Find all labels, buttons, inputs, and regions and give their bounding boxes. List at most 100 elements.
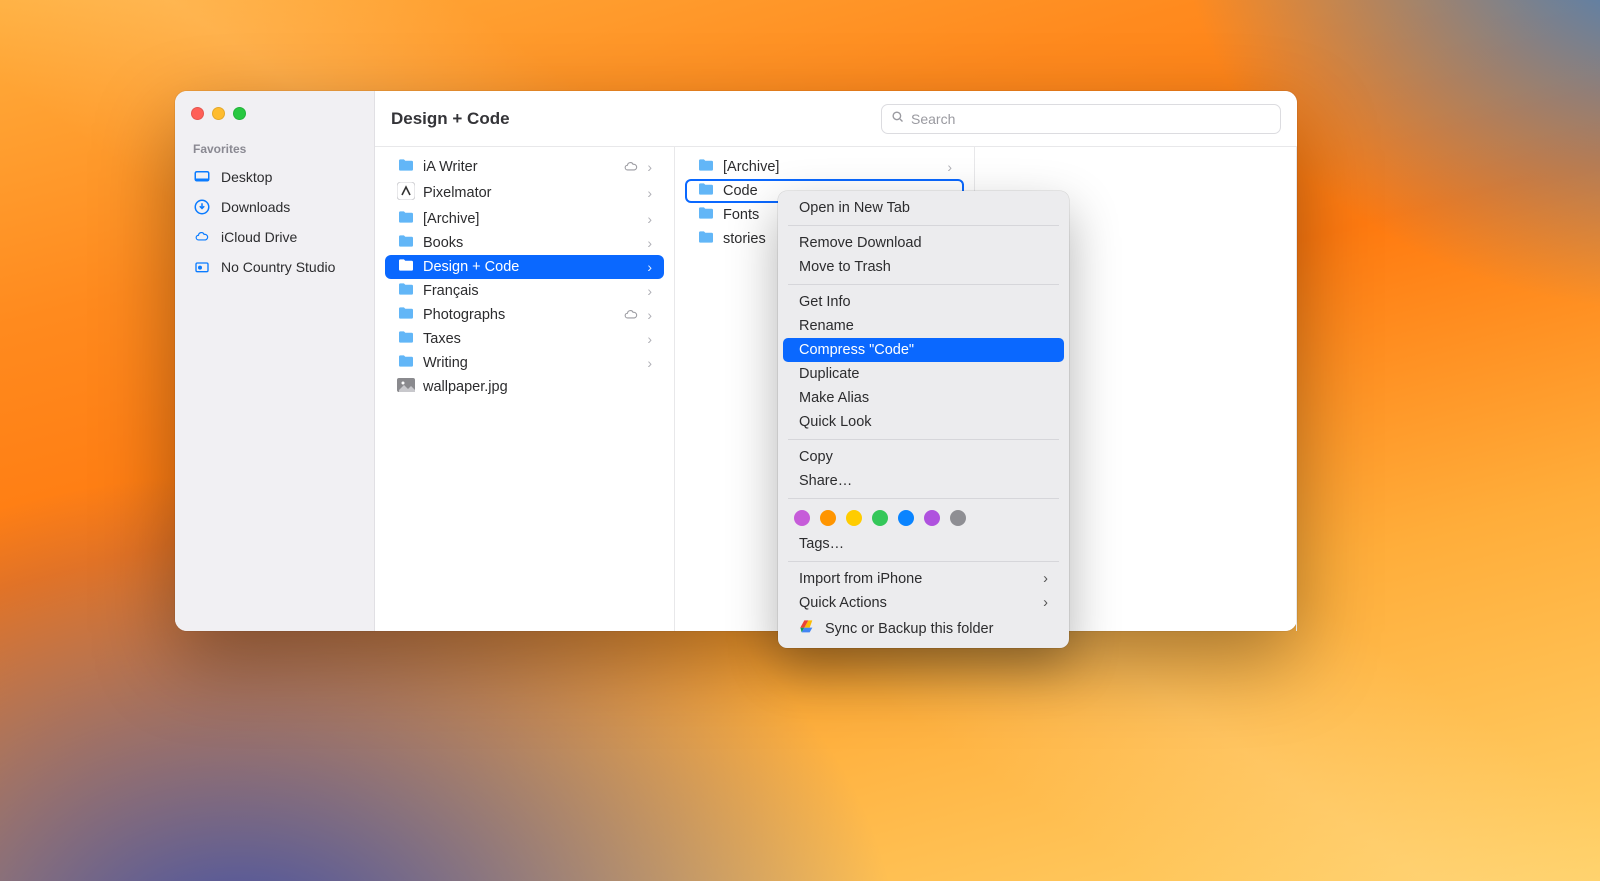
sidebar-item-label: No Country Studio [221, 259, 335, 275]
folder-icon [397, 258, 415, 276]
context-menu-tag-colors [778, 504, 1069, 532]
sidebar-item-label: iCloud Drive [221, 229, 297, 245]
chevron-right-icon: › [647, 307, 652, 323]
file-row[interactable]: Writing › [385, 351, 664, 375]
toolbar: Design + Code [375, 91, 1297, 147]
tag-color-dot[interactable] [924, 510, 940, 526]
context-menu-separator [788, 225, 1059, 226]
file-row[interactable]: [Archive]› [685, 155, 964, 179]
finder-window: Favorites Desktop Downloads iCloud Drive… [175, 91, 1297, 631]
context-menu-item[interactable]: Compress "Code" [783, 338, 1064, 362]
sidebar-item-downloads[interactable]: Downloads [175, 192, 374, 222]
sidebar-item-label: Desktop [221, 169, 272, 185]
chevron-right-icon: › [1043, 595, 1048, 611]
context-menu-separator [788, 439, 1059, 440]
context-menu-item-tags[interactable]: Tags… [783, 532, 1064, 556]
close-window-button[interactable] [191, 107, 204, 120]
context-menu-item-label: Copy [799, 449, 833, 465]
sidebar: Favorites Desktop Downloads iCloud Drive… [175, 91, 375, 631]
minimize-window-button[interactable] [212, 107, 225, 120]
search-field[interactable] [881, 104, 1281, 134]
context-menu-item[interactable]: Quick Actions › [783, 591, 1064, 615]
chevron-right-icon: › [647, 331, 652, 347]
chevron-right-icon: › [947, 159, 952, 175]
file-row[interactable]: Books› [385, 231, 664, 255]
sidebar-section-favorites-label: Favorites [175, 138, 374, 162]
context-menu-separator [788, 498, 1059, 499]
file-row[interactable]: Pixelmator› [385, 179, 664, 207]
chevron-right-icon: › [647, 159, 652, 175]
folder-icon [697, 206, 715, 224]
context-menu-item[interactable]: Rename [783, 314, 1064, 338]
window-title: Design + Code [391, 109, 510, 129]
context-menu-item-label: Get Info [799, 294, 851, 310]
folder-icon [397, 234, 415, 252]
context-menu-item-label: Quick Look [799, 414, 872, 430]
context-menu-item[interactable]: Move to Trash [783, 255, 1064, 279]
chevron-right-icon: › [1043, 571, 1048, 587]
context-menu-item[interactable]: Remove Download [783, 231, 1064, 255]
context-menu-item-label: Tags… [799, 536, 844, 552]
context-menu-separator [788, 284, 1059, 285]
column-1: iA Writer›Pixelmator›[Archive]›Books›Des… [375, 147, 675, 631]
context-menu-item[interactable]: Import from iPhone › [783, 567, 1064, 591]
sidebar-item-icloud[interactable]: iCloud Drive [175, 222, 374, 252]
file-row[interactable]: wallpaper.jpg [385, 375, 664, 399]
context-menu-item[interactable]: Copy [783, 445, 1064, 469]
context-menu-item-label: Quick Actions [799, 595, 887, 611]
tag-color-dot[interactable] [846, 510, 862, 526]
folder-icon [397, 158, 415, 176]
context-menu-separator [788, 561, 1059, 562]
folder-icon [397, 330, 415, 348]
chevron-right-icon: › [647, 355, 652, 371]
file-row[interactable]: Français› [385, 279, 664, 303]
file-name: Design + Code [423, 259, 639, 275]
search-input[interactable] [911, 111, 1272, 127]
tag-color-dot[interactable] [950, 510, 966, 526]
chevron-right-icon: › [647, 259, 652, 275]
tag-color-dot[interactable] [872, 510, 888, 526]
sidebar-item-nocountrystudio[interactable]: No Country Studio [175, 252, 374, 282]
file-row[interactable]: Photographs › [385, 303, 664, 327]
file-row[interactable]: iA Writer› [385, 155, 664, 179]
context-menu[interactable]: Open in New Tab Remove Download Move to Tr… [778, 191, 1069, 648]
app-icon [397, 182, 415, 204]
context-menu-item[interactable]: Duplicate [783, 362, 1064, 386]
context-menu-item-label: Import from iPhone [799, 571, 922, 587]
context-menu-item[interactable]: Get Info [783, 290, 1064, 314]
file-name: Taxes [423, 331, 639, 347]
context-menu-item[interactable]: Open in New Tab [783, 196, 1064, 220]
chevron-right-icon: › [647, 211, 652, 227]
zoom-window-button[interactable] [233, 107, 246, 120]
context-menu-item-label: Move to Trash [799, 259, 891, 275]
tag-color-dot[interactable] [794, 510, 810, 526]
file-name: Photographs [423, 307, 615, 323]
file-row[interactable]: Taxes › [385, 327, 664, 351]
file-name: Writing [423, 355, 639, 371]
folder-icon [697, 230, 715, 248]
traffic-lights [175, 107, 374, 138]
file-row[interactable]: [Archive] › [385, 207, 664, 231]
chevron-right-icon: › [647, 185, 652, 201]
gdrive-icon [799, 619, 815, 639]
image-file-icon [397, 378, 415, 396]
context-menu-item[interactable]: Quick Look [783, 410, 1064, 434]
chevron-right-icon: › [647, 283, 652, 299]
tag-color-dot[interactable] [898, 510, 914, 526]
file-name: [Archive] [423, 211, 639, 227]
tag-color-dot[interactable] [820, 510, 836, 526]
downloads-icon [193, 198, 211, 216]
sidebar-item-label: Downloads [221, 199, 290, 215]
folder-icon [397, 354, 415, 372]
sidebar-item-desktop[interactable]: Desktop [175, 162, 374, 192]
context-menu-item[interactable]: Share… [783, 469, 1064, 493]
file-row[interactable]: Design + Code › [385, 255, 664, 279]
file-name: wallpaper.jpg [423, 379, 652, 395]
desktop-icon [193, 168, 211, 186]
context-menu-item-label: Rename [799, 318, 854, 334]
context-menu-item-label: Compress "Code" [799, 342, 914, 358]
context-menu-item[interactable]: Make Alias [783, 386, 1064, 410]
folder-icon [397, 282, 415, 300]
context-menu-item-label: Sync or Backup this folder [825, 621, 993, 637]
context-menu-item[interactable]: Sync or Backup this folder [783, 615, 1064, 643]
